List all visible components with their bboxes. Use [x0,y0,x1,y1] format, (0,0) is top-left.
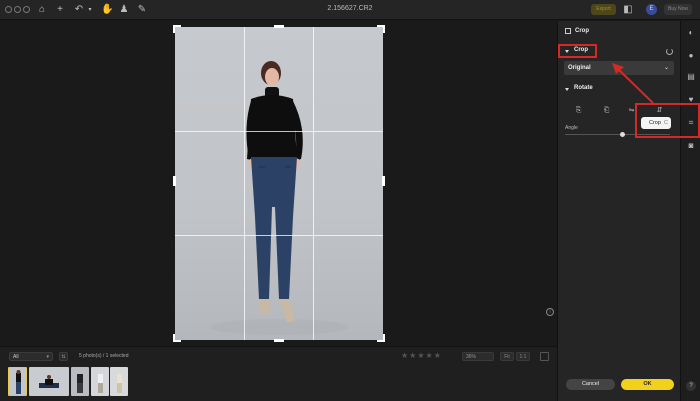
title-bar: ⌂ + ↶ ▾ ✋ ♟ ✎ 2.156627.CR2 Export ◧ E Bu… [0,0,700,20]
crop-grid-line [244,27,245,340]
thumbnail-image [117,374,122,393]
thumbnail-image [98,374,103,393]
chevron-down-icon: ⌄ [663,65,669,71]
crop-handle-right[interactable] [382,176,385,186]
filter-dropdown[interactable]: All ▾ [9,352,53,361]
adjust-icon[interactable]: ◐ [686,28,696,38]
buy-now-button[interactable]: Buy Now [664,4,692,15]
crop-handle-bottom-right[interactable] [377,334,385,342]
sort-icon[interactable]: ⇅ [59,352,68,361]
cancel-button[interactable]: Cancel [566,379,615,390]
zoom-dropdown[interactable]: 36% [462,352,494,361]
info-icon[interactable]: i [546,308,554,316]
filter-value: All [13,354,19,360]
collapse-triangle-icon[interactable] [565,88,569,91]
crop-icon [565,28,571,34]
crop-handle-top-right[interactable] [377,25,385,33]
flip-horizontal-icon[interactable]: ⇋ [628,107,635,115]
image-canvas[interactable]: i [0,21,557,346]
annotation-highlight-crop-header [558,44,597,58]
crop-grid-line [313,27,314,340]
layers-icon[interactable]: ▤ [686,72,696,82]
rotate-right-icon[interactable]: ⎗ [603,107,610,115]
one-to-one-button[interactable]: 1:1 [516,352,530,361]
help-icon[interactable]: ? [686,381,696,391]
thumbnail[interactable] [91,367,109,396]
photo-preview[interactable] [175,27,383,340]
reset-icon[interactable] [666,48,673,55]
thumbnail-image [16,370,21,394]
crop-grid-line [175,131,383,132]
thumbnail-image [77,374,83,393]
angle-slider-handle[interactable] [620,132,626,137]
zoom-value: 36% [466,354,477,360]
filmstrip: All ▾ ⇅ 5 photo(s) / 1 selected ★★★★★ 36… [0,346,557,401]
rotate-section-header[interactable]: Rotate [574,85,593,91]
crop-handle-left[interactable] [173,176,176,186]
camera-icon[interactable]: ◙ [686,141,696,151]
annotation-highlight-crop-tool [635,103,700,138]
rating-stars[interactable]: ★★★★★ [401,351,442,360]
thumbnail[interactable] [29,367,69,396]
tool-rail: ◐ ● ▤ ♥ ⌗ ◙ ? [680,21,700,401]
crop-grid-line [175,235,383,236]
thumbnail[interactable] [8,367,27,396]
crop-handle-bottom-left[interactable] [173,334,181,342]
thumbnail[interactable] [110,367,128,396]
crop-handle-bottom[interactable] [274,339,284,342]
grid-view-icon[interactable] [540,352,549,361]
panel-title: Crop [575,28,589,34]
thumbnail-image [39,375,59,388]
color-icon[interactable]: ● [686,51,696,61]
rotate-left-icon[interactable]: ⎘ [575,107,582,115]
avatar[interactable]: E [646,4,657,15]
photo-count: 5 photo(s) / 1 selected [79,353,129,359]
aspect-ratio-dropdown[interactable]: Original ⌄ [564,61,674,75]
export-button[interactable]: Export [591,4,616,15]
angle-label: Angle [565,125,578,131]
thumbnail[interactable] [71,367,89,396]
fit-button[interactable]: Fit [500,352,514,361]
chevron-down-icon: ▾ [46,354,49,360]
model-figure [209,61,349,335]
crop-handle-top[interactable] [274,25,284,28]
compare-icon[interactable]: ◧ [622,4,634,16]
crop-handle-top-left[interactable] [173,25,181,33]
aspect-ratio-value: Original [568,65,591,71]
ok-button[interactable]: OK [621,379,674,390]
crop-panel: Crop Crop Original ⌄ Rotate ⎘ ⎗ ⇋ ⇵ Angl… [557,21,680,401]
